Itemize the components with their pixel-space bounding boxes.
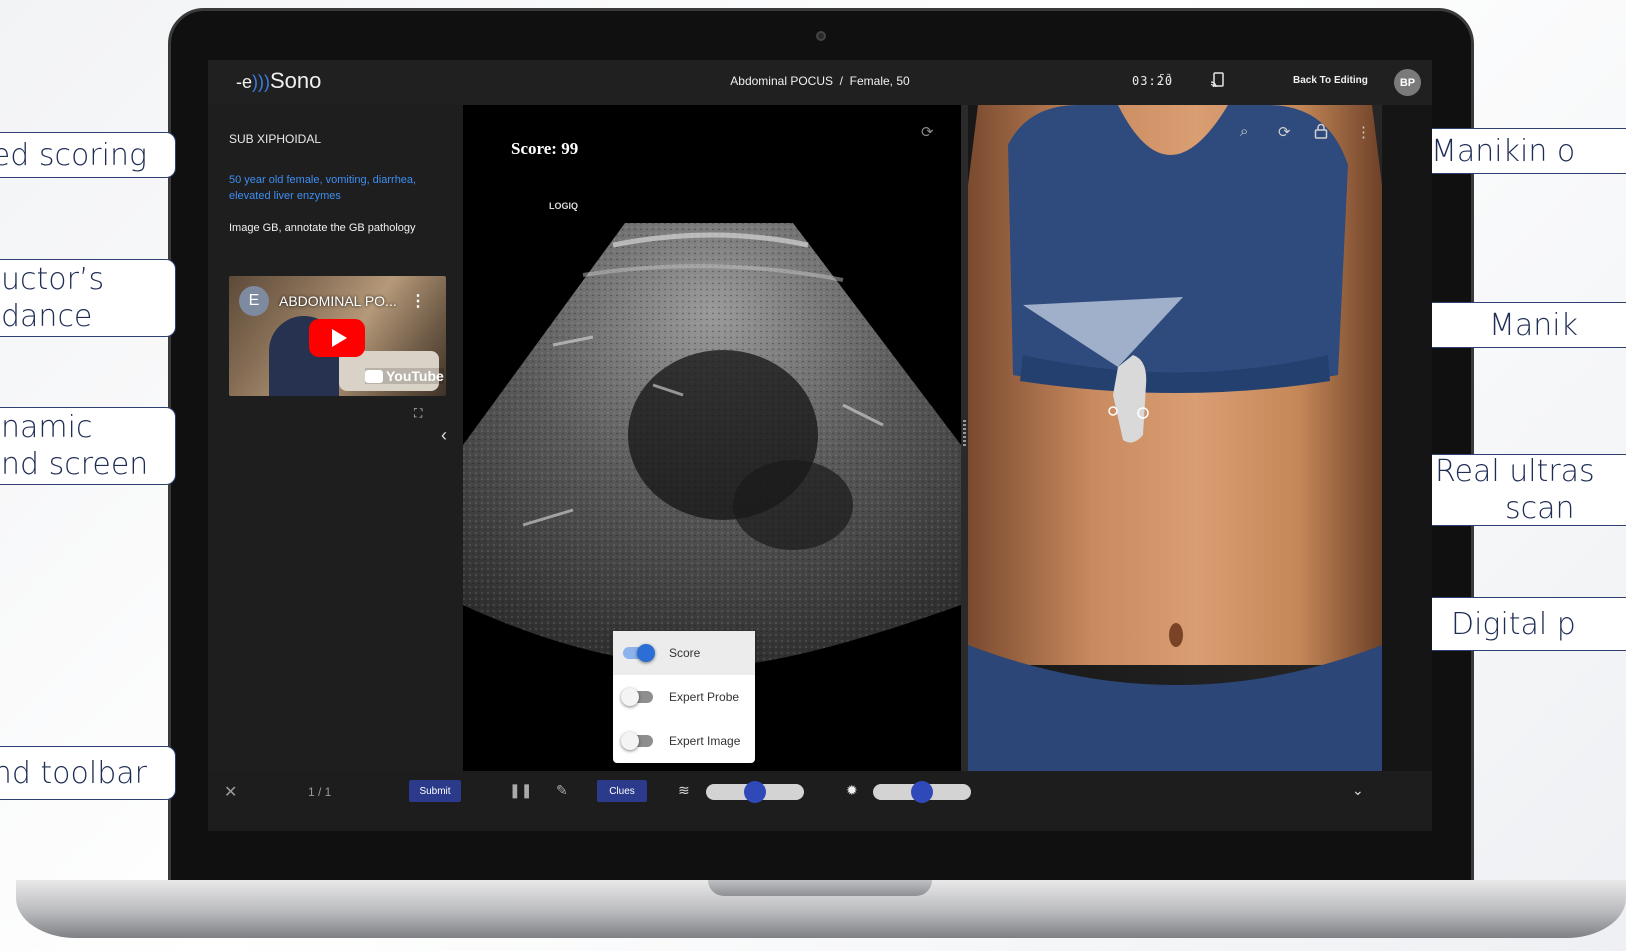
- callout-instructor-guidance: uctor’s dance: [0, 259, 176, 337]
- machine-label: LOGIQ: [549, 201, 578, 211]
- cast-icon[interactable]: [1210, 72, 1226, 92]
- play-icon: [331, 329, 347, 347]
- bottom-toolbar: ✕ 1 / 1 Submit ❚❚ ✎ Clues ≋ ✹ ⌄: [208, 771, 1432, 831]
- callout-text: Manikin o: [1431, 133, 1576, 169]
- submit-button[interactable]: Submit: [409, 780, 461, 802]
- callout-text: namic: [1, 410, 93, 445]
- callout-text: Real ultras: [1435, 454, 1595, 489]
- sun-icon: ✹: [846, 782, 858, 798]
- callout-toolbar: nd toolbar: [0, 746, 176, 800]
- callout-digital-probe: Digital p: [1400, 597, 1626, 651]
- instructor-video[interactable]: E ABDOMINAL PO... ⋮ YouTube: [229, 276, 446, 396]
- score-toggle[interactable]: [623, 644, 655, 662]
- user-avatar[interactable]: BP: [1394, 69, 1421, 96]
- callout-text: uctor’s: [1, 262, 105, 297]
- fullscreen-video-icon[interactable]: ⛶: [414, 406, 422, 421]
- callout-manikin-orientation: Manikin o: [1400, 128, 1626, 174]
- manikin-view[interactable]: ⌕ ⟳ ⋮: [968, 105, 1382, 771]
- app-screen: -e)))Sono Abdominal POCUS / Female, 50 0…: [208, 60, 1432, 831]
- menu-item-score[interactable]: Score: [613, 631, 755, 675]
- lock-icon[interactable]: [1314, 123, 1328, 143]
- expert-probe-toggle[interactable]: [621, 688, 653, 706]
- drag-handle-icon[interactable]: [963, 420, 966, 446]
- menu-item-label: Score: [669, 646, 701, 660]
- left-panel: SUB XIPHOIDAL 50 year old female, vomiti…: [208, 105, 478, 771]
- zoom-icon[interactable]: ⌕: [1240, 123, 1248, 140]
- more-vert-icon[interactable]: ⋮: [410, 291, 426, 311]
- slider-thumb[interactable]: [911, 781, 933, 803]
- slider-thumb[interactable]: [744, 781, 766, 803]
- menu-item-label: Expert Probe: [669, 690, 740, 704]
- callout-manikin: Manik: [1400, 302, 1626, 348]
- reset-view-icon[interactable]: ⟳: [1278, 123, 1291, 141]
- toggle-knob: [621, 732, 639, 750]
- camera-icon: [816, 31, 826, 41]
- toggle-knob: [637, 644, 655, 662]
- callout-text: Digital p: [1451, 606, 1576, 642]
- page-indicator: 1 / 1: [308, 785, 332, 799]
- youtube-icon: [365, 370, 383, 383]
- pencil-icon[interactable]: ✎: [556, 782, 568, 799]
- callout-text: ed scoring: [0, 137, 147, 173]
- callout-dynamic-screen: namic nd screen: [0, 407, 176, 485]
- collapse-panel-icon[interactable]: ‹: [441, 425, 447, 446]
- laptop-notch: [708, 880, 932, 896]
- refresh-icon[interactable]: ⟳: [921, 123, 934, 141]
- channel-avatar: E: [239, 286, 269, 316]
- menu-item-label: Expert Image: [669, 734, 741, 748]
- callout-text: Manik: [1489, 307, 1578, 343]
- manikin-model: [968, 105, 1382, 771]
- settings-menu: Score Expert Probe Expert Image: [613, 631, 755, 763]
- gain-slider[interactable]: [706, 781, 804, 803]
- chevron-down-icon[interactable]: ⌄: [1352, 782, 1364, 799]
- youtube-text: YouTube: [386, 368, 444, 384]
- right-strip: [1382, 105, 1432, 771]
- gain-icon: ≋: [678, 782, 690, 798]
- fullscreen-icon[interactable]: ⛶: [1160, 72, 1171, 89]
- callout-text: scan: [1505, 491, 1575, 526]
- brightness-slider[interactable]: [873, 781, 971, 803]
- callout-text: nd screen: [1, 447, 149, 482]
- more-vert-icon[interactable]: ⋮: [1356, 123, 1371, 141]
- view-name: SUB XIPHOIDAL: [229, 132, 322, 146]
- play-button[interactable]: [309, 319, 365, 357]
- callout-text: dance: [1, 299, 93, 334]
- clues-button[interactable]: Clues: [597, 780, 647, 802]
- video-title: ABDOMINAL PO...: [279, 293, 397, 309]
- toggle-knob: [621, 688, 639, 706]
- case-title: Abdominal POCUS / Female, 50: [730, 74, 910, 88]
- close-icon[interactable]: ✕: [224, 782, 237, 802]
- case-description: 50 year old female, vomiting, diarrhea, …: [229, 174, 417, 202]
- callout-real-ultrasound: Real ultras scan: [1400, 454, 1626, 526]
- back-to-editing-button[interactable]: Back To Editing: [1293, 75, 1368, 86]
- expert-image-toggle[interactable]: [621, 732, 653, 750]
- callout-text: nd toolbar: [0, 755, 147, 791]
- task-instruction: Image GB, annotate the GB pathology: [229, 222, 416, 234]
- callout-scoring: ed scoring: [0, 132, 176, 178]
- menu-item-expert-image[interactable]: Expert Image: [613, 719, 755, 763]
- youtube-logo: YouTube: [365, 368, 444, 384]
- pause-icon[interactable]: ❚❚: [509, 782, 532, 799]
- top-bar: -e)))Sono Abdominal POCUS / Female, 50 0…: [208, 60, 1432, 105]
- score-label: Score: 99: [511, 139, 579, 158]
- menu-item-expert-probe[interactable]: Expert Probe: [613, 675, 755, 719]
